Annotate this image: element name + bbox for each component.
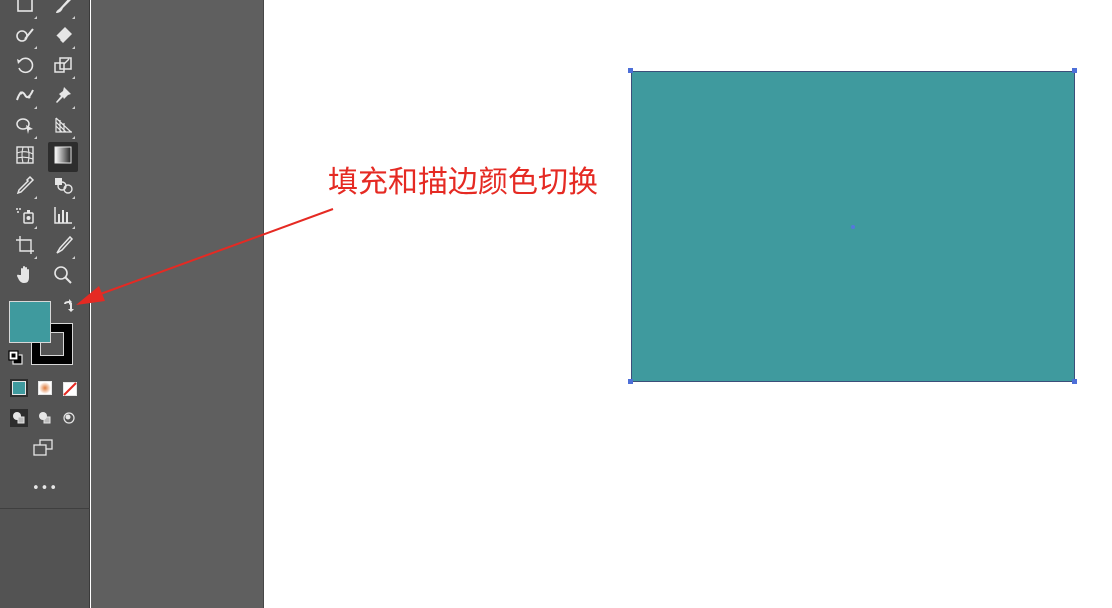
none-mode-button[interactable] <box>61 379 79 397</box>
gradient-tool[interactable] <box>48 142 78 172</box>
eraser-tool[interactable] <box>50 24 76 50</box>
artboard-tool[interactable] <box>12 234 38 260</box>
draw-behind-button[interactable] <box>36 409 54 427</box>
gradient-icon <box>52 144 74 170</box>
screen-mode-button[interactable] <box>30 437 56 463</box>
eyedropper-icon <box>14 174 36 200</box>
gradient-mode-button[interactable] <box>36 379 54 397</box>
slice-icon <box>52 234 74 260</box>
tools-panel: ••• <box>0 0 90 608</box>
draw-normal-icon <box>10 412 28 431</box>
none-swatch-icon <box>63 381 77 396</box>
mesh-icon <box>14 144 36 170</box>
rectangle-icon <box>14 0 36 20</box>
eraser-icon <box>52 24 74 50</box>
puppet-warp-icon <box>14 84 36 110</box>
selection-handle[interactable] <box>1072 379 1077 384</box>
artboard-icon <box>14 234 36 260</box>
zoom-icon <box>52 264 74 290</box>
eyedropper-tool[interactable] <box>12 174 38 200</box>
scale-icon <box>52 54 74 80</box>
puppet-warp-tool[interactable] <box>12 84 38 110</box>
gradient-swatch-icon <box>38 381 52 395</box>
symbol-sprayer-icon <box>14 204 36 230</box>
color-mode-button[interactable] <box>10 379 28 397</box>
rotate-icon <box>14 54 36 80</box>
scale-tool[interactable] <box>50 54 76 80</box>
shape-builder-icon <box>14 114 36 140</box>
blend-icon <box>52 174 74 200</box>
draw-normal-button[interactable] <box>10 409 28 427</box>
selection-handle[interactable] <box>628 379 633 384</box>
column-graph-tool[interactable] <box>50 204 76 230</box>
swap-fill-stroke-icon[interactable] <box>61 298 77 314</box>
paintbrush-icon <box>52 0 74 20</box>
fill-color-swatch[interactable] <box>9 301 51 343</box>
default-fill-stroke-icon[interactable] <box>8 350 24 366</box>
hand-tool[interactable] <box>12 264 38 290</box>
perspective-grid-tool[interactable] <box>50 114 76 140</box>
center-point <box>851 225 855 229</box>
annotation-label: 填充和描边颜色切换 <box>328 165 598 200</box>
solid-color-icon <box>12 381 26 395</box>
pin-icon <box>52 84 74 110</box>
rotate-tool[interactable] <box>12 54 38 80</box>
symbol-sprayer-tool[interactable] <box>12 204 38 230</box>
edit-toolbar-button[interactable]: ••• <box>28 480 62 498</box>
selection-handle[interactable] <box>1072 68 1077 73</box>
blend-tool[interactable] <box>50 174 76 200</box>
selection-handle[interactable] <box>628 68 633 73</box>
hand-icon <box>14 264 36 290</box>
mesh-tool[interactable] <box>12 144 38 170</box>
draw-behind-icon <box>36 412 54 431</box>
zoom-tool[interactable] <box>50 264 76 290</box>
shaper-tool[interactable] <box>12 24 38 50</box>
perspective-grid-icon <box>52 114 74 140</box>
panel-gutter <box>91 0 264 608</box>
slice-tool[interactable] <box>50 234 76 260</box>
draw-inside-icon <box>60 412 78 431</box>
draw-inside-button[interactable] <box>60 409 78 427</box>
shaper-icon <box>14 24 36 50</box>
screen-mode-icon <box>32 437 54 463</box>
pin-tool[interactable] <box>50 84 76 110</box>
rectangle-tool[interactable] <box>12 0 38 20</box>
shape-builder-tool[interactable] <box>12 114 38 140</box>
paintbrush-tool[interactable] <box>50 0 76 20</box>
column-graph-icon <box>52 204 74 230</box>
